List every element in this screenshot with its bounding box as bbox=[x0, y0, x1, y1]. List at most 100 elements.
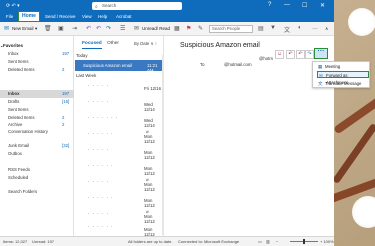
maximize-button[interactable]: ☐ bbox=[302, 2, 307, 9]
message-row[interactable]: · · · · · Fri 12/16 bbox=[76, 81, 162, 97]
filter-email-icon[interactable]: ▼ bbox=[270, 25, 276, 31]
translate-icon[interactable]: 文 bbox=[284, 25, 290, 34]
menu-send-receive[interactable]: Send / Receive bbox=[45, 14, 76, 19]
favorite-inbox-count: 197 bbox=[62, 51, 70, 56]
zoom-out-button[interactable]: − bbox=[276, 239, 278, 244]
help-icon[interactable]: ? bbox=[268, 2, 271, 8]
menu-item-meeting[interactable]: ▦ Meeting bbox=[317, 63, 369, 70]
ribbon-more-icon[interactable]: … bbox=[312, 25, 318, 31]
new-email-icon: ✉ bbox=[4, 26, 10, 32]
chevron-down-icon[interactable]: ⌄ bbox=[0, 43, 3, 48]
search-box[interactable]: ⌕ Search bbox=[92, 2, 182, 10]
unread-read-icon: ✉ bbox=[134, 26, 140, 32]
menu-item-translate-message[interactable]: 文 Translate Message bbox=[317, 80, 369, 87]
menu-item-forward-as-attachment[interactable]: ✉ Forward as Attachment bbox=[317, 71, 369, 85]
search-icon: ⌕ bbox=[95, 4, 98, 10]
emoji-reaction-button[interactable]: ☺ bbox=[275, 50, 284, 59]
reply-all-icon[interactable]: ↶ bbox=[96, 25, 101, 32]
menu-home[interactable]: Home bbox=[18, 11, 40, 22]
rules-icon[interactable]: ☰ bbox=[120, 25, 125, 32]
group-header-last-week[interactable]: Last Week bbox=[76, 73, 96, 78]
folder-outbox[interactable]: Outbox bbox=[8, 151, 22, 156]
delete-icon[interactable]: 🗑 bbox=[44, 25, 52, 32]
tab-focused[interactable]: Focused bbox=[82, 41, 102, 46]
folder-sent-items[interactable]: Sent Items bbox=[8, 107, 29, 112]
status-connection: Connected to: Microsoft Exchange bbox=[178, 239, 240, 244]
status-folders-up-to-date: All folders are up to date. bbox=[128, 239, 173, 244]
dictate-icon[interactable]: ◐ bbox=[298, 25, 302, 31]
favorite-deleted-count: 2 bbox=[62, 67, 65, 72]
folder-archive[interactable]: Archive bbox=[8, 122, 22, 127]
reply-all-button[interactable]: ↶ bbox=[296, 50, 305, 59]
folder-search-folders[interactable]: Search Folders bbox=[8, 189, 37, 194]
favorite-deleted-items[interactable]: Deleted Items bbox=[8, 67, 35, 72]
favorites-header[interactable]: Favorites bbox=[3, 43, 23, 48]
to-label: To bbox=[200, 62, 205, 67]
archive-icon[interactable]: ▣ bbox=[58, 25, 64, 32]
calendar-icon: ▦ bbox=[318, 64, 323, 69]
zoom-level[interactable]: + 100% bbox=[320, 239, 334, 244]
menu-acrobat[interactable]: Acrobat bbox=[116, 14, 132, 19]
message-sender: · · · · · bbox=[88, 99, 109, 104]
menu-view[interactable]: View bbox=[82, 14, 92, 19]
message-date: Wed 12/14 bbox=[144, 118, 155, 128]
folder-drafts[interactable]: Drafts bbox=[8, 99, 19, 104]
email-sender-address: @hotm bbox=[259, 56, 273, 61]
forward-button[interactable]: ↷ bbox=[305, 50, 314, 59]
minimize-button[interactable]: — bbox=[284, 2, 290, 8]
reply-icon[interactable]: ↶ bbox=[86, 25, 91, 32]
folder-pane bbox=[0, 36, 74, 236]
folder-rss-feeds[interactable]: RSS Feeds bbox=[8, 167, 30, 172]
email-subject: Suspicious Amazon email bbox=[180, 42, 260, 49]
pin-icon[interactable]: ✎ bbox=[198, 25, 203, 32]
selected-message-subject: Suspicious Amazon email bbox=[83, 63, 132, 68]
tab-other[interactable]: Other bbox=[107, 41, 119, 46]
folder-junk-email[interactable]: Junk Email bbox=[8, 143, 29, 148]
quick-access-toolbar[interactable]: ⟳ ↶ ▾ bbox=[6, 3, 20, 9]
message-row[interactable]: · · · · · · ⌀ Mon 12/12 bbox=[76, 129, 162, 145]
zoom-slider-thumb[interactable] bbox=[303, 239, 305, 244]
message-sender: · · · · · · bbox=[88, 163, 114, 168]
menu-file[interactable]: File bbox=[6, 14, 13, 19]
move-icon[interactable]: ⇥ bbox=[72, 25, 77, 32]
unread-read-button[interactable]: Unread/ Read bbox=[142, 26, 170, 31]
more-actions-menu: ▦ Meeting ✉ Forward as Attachment 文 Tran… bbox=[312, 61, 370, 88]
forward-icon[interactable]: ↷ bbox=[106, 25, 111, 32]
flag-icon[interactable]: ⚑ bbox=[186, 25, 191, 32]
folder-conversation-history[interactable]: Conversation History bbox=[8, 129, 48, 134]
message-row[interactable]: · · · · · · · Wed 12/14 bbox=[76, 113, 162, 129]
message-row[interactable]: · · · · · ⌀ Mon 12/12 bbox=[76, 177, 162, 193]
new-email-dropdown[interactable]: ▾ bbox=[35, 26, 37, 32]
message-date: Mon 12/12 bbox=[144, 198, 155, 208]
message-sender: · · · · · · · bbox=[88, 115, 119, 120]
reply-button[interactable]: ↶ bbox=[286, 50, 295, 59]
search-people-input[interactable]: Search People bbox=[209, 25, 253, 33]
menu-item-label: Meeting bbox=[325, 64, 341, 69]
folder-inbox[interactable]: Inbox bbox=[8, 91, 19, 96]
message-row[interactable]: · · · · · · Mon 12/12 bbox=[76, 161, 162, 177]
status-unread-count: Unread: 197 bbox=[32, 239, 55, 244]
address-book-icon[interactable]: ▤ bbox=[258, 25, 264, 32]
selected-message-row[interactable]: Suspicious Amazon email 11:21 AM bbox=[75, 60, 163, 73]
wallpaper-flower bbox=[348, 8, 375, 36]
close-button[interactable]: ✕ bbox=[320, 2, 325, 9]
ribbon-collapse-icon[interactable]: ∧ bbox=[325, 26, 328, 32]
menu-help[interactable]: Help bbox=[98, 14, 107, 19]
favorite-inbox[interactable]: Inbox bbox=[8, 51, 19, 56]
folder-deleted-items[interactable]: Deleted Items bbox=[8, 115, 35, 120]
categorize-icon[interactable]: ▦ bbox=[174, 25, 180, 32]
more-actions-button[interactable]: ··· bbox=[314, 48, 328, 59]
message-date: Wed 12/14 bbox=[144, 102, 155, 112]
message-row[interactable]: · · · · · Mon 12/12 bbox=[76, 145, 162, 161]
message-row[interactable]: · · · · · Wed 12/14 bbox=[76, 97, 162, 113]
folder-scheduled[interactable]: Scheduled bbox=[8, 175, 28, 180]
favorite-sent-items[interactable]: Sent Items bbox=[8, 59, 29, 64]
view-reading-icon[interactable]: ▥ bbox=[266, 239, 270, 244]
ribbon: ✉ New Email ▾ 🗑 ▣ ⇥ ↶ ↶ ↷ ☰ ✉ Unread/ Re… bbox=[0, 22, 334, 36]
group-header-today[interactable]: Today bbox=[76, 53, 87, 58]
message-row[interactable]: · · · · · · Mon 12/12 bbox=[76, 193, 162, 209]
new-email-button[interactable]: New Email bbox=[12, 26, 34, 31]
sort-dropdown[interactable]: By Date ∨ ↑ bbox=[134, 41, 157, 47]
to-address: @hotmail.com bbox=[224, 62, 252, 67]
view-normal-icon[interactable]: ▭ bbox=[258, 239, 262, 244]
